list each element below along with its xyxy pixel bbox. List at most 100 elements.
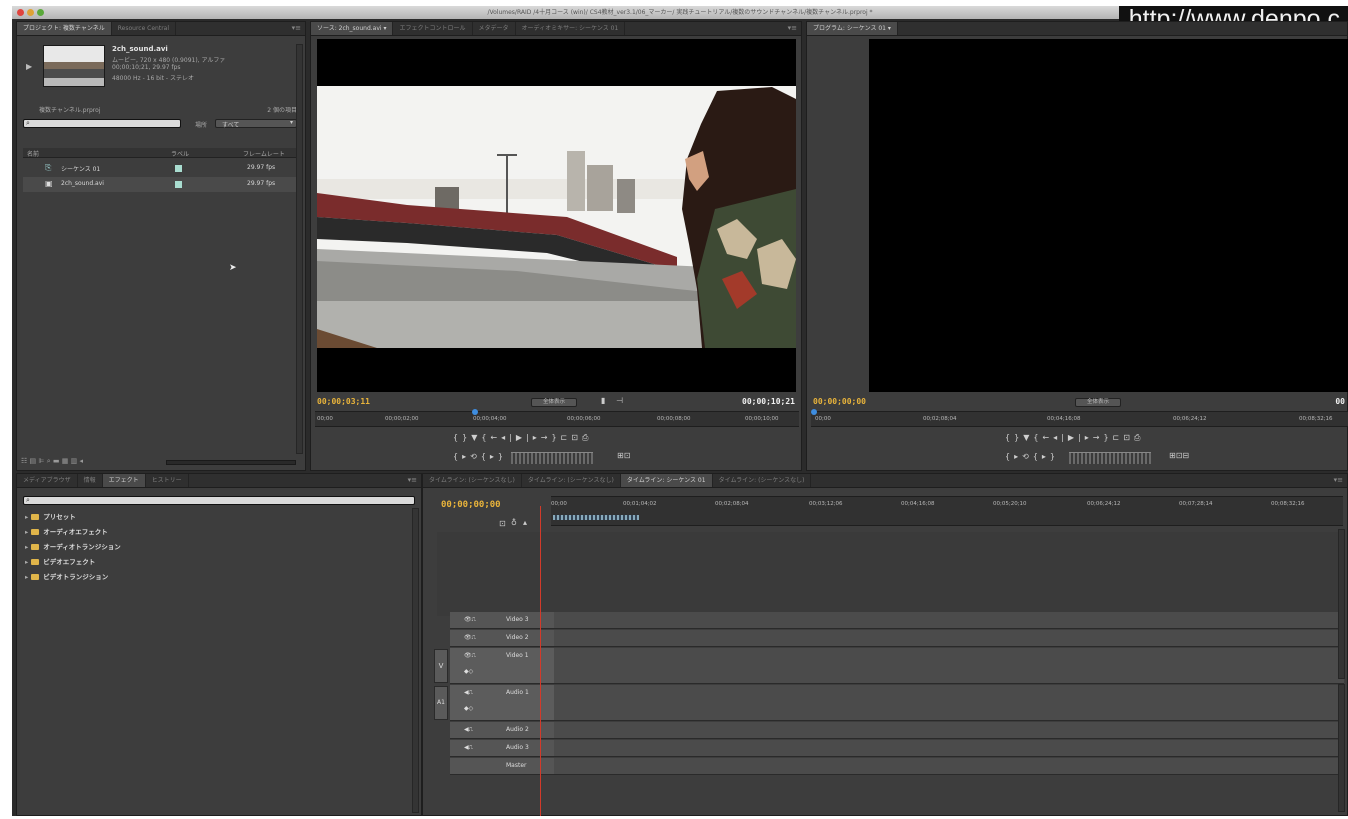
track-header-audio-2[interactable]: ◀︎⎍ Audio 2 <box>450 722 554 739</box>
audio-target-button[interactable]: A1 <box>434 686 448 720</box>
find-icon[interactable]: ⌕ <box>47 457 51 465</box>
effects-scrollbar[interactable] <box>412 508 419 813</box>
project-scrollbar[interactable] <box>296 44 303 454</box>
program-playhead[interactable] <box>811 409 817 415</box>
tab-source[interactable]: ソース: 2ch_sound.avi <box>311 22 394 35</box>
timeline-video-scrollbar[interactable] <box>1338 529 1345 679</box>
trim-icon[interactable]: ⊞⊡⊟ <box>1169 451 1189 460</box>
tab-timeline-sequence[interactable]: タイムライン: シーケンス 01 <box>620 474 713 487</box>
tab-media-browser[interactable]: メディアブラウザ <box>17 474 78 487</box>
source-time-ruler[interactable]: 00;00 00;00;02;00 00;00;04;00 00;00;06;0… <box>315 409 799 427</box>
effects-folder-audio-effects[interactable]: ▸ オーディオエフェクト <box>25 525 108 539</box>
project-search-input[interactable]: ⌕ <box>23 119 181 128</box>
safe-margins-icon[interactable]: ▮ <box>601 396 605 405</box>
icon-view-icon[interactable]: ▤ <box>30 457 37 465</box>
tab-timeline-empty[interactable]: タイムライン: (シーケンスなし) <box>423 474 522 487</box>
export-frame-icon[interactable]: ⎙ <box>1134 433 1144 442</box>
timeline-time-ruler[interactable]: 00;00 00;01;04;02 00;02;08;04 00;03;12;0… <box>551 496 1343 526</box>
export-frame-icon[interactable]: ⎙ <box>582 433 592 442</box>
play-icon[interactable]: ▶ <box>1068 433 1078 442</box>
tab-history[interactable]: ヒストリー <box>146 474 189 487</box>
speaker-icon[interactable]: ◀︎⎍ <box>464 726 473 734</box>
step-back-icon[interactable]: ◂| <box>501 433 516 442</box>
new-item-icon[interactable]: ▦ <box>62 457 69 465</box>
shuttle-icon[interactable]: {▸} <box>1033 452 1059 461</box>
tab-effect-controls[interactable]: エフェクトコントロール <box>393 22 473 35</box>
shuttle-icon[interactable]: {▸} <box>481 452 507 461</box>
track-header-audio-3[interactable]: ◀︎⎍ Audio 3 <box>450 740 554 757</box>
eye-icon[interactable]: 👁︎⎍ <box>464 616 476 624</box>
new-bin-icon[interactable]: ▬ <box>53 457 60 465</box>
column-label[interactable]: ラベル <box>171 149 189 158</box>
go-to-in-icon[interactable]: {← <box>481 433 501 442</box>
tab-program[interactable]: プログラム: シーケンス 01 <box>807 22 898 35</box>
keyframe-icon[interactable]: ◆◇ <box>464 705 473 712</box>
track-video-2[interactable] <box>554 630 1344 647</box>
output-icon[interactable]: ⊣ <box>616 396 623 405</box>
play-thumbnail-icon[interactable]: ▶ <box>26 62 32 71</box>
column-name[interactable]: 名前 <box>27 149 39 158</box>
video-target-button[interactable]: V <box>434 649 448 683</box>
source-playhead[interactable] <box>471 409 478 415</box>
mark-in-icon[interactable]: { <box>453 433 462 442</box>
set-encore-marker-icon[interactable]: ♁ <box>511 518 517 527</box>
track-video-3[interactable] <box>554 612 1344 629</box>
speaker-icon[interactable]: ◀︎⎍ <box>464 689 473 697</box>
timeline-audio-scrollbar[interactable] <box>1338 684 1345 812</box>
panel-menu-icon[interactable]: ▾≡ <box>408 474 417 487</box>
column-framerate[interactable]: フレームレート <box>243 149 285 158</box>
marker-icon[interactable]: ▼ <box>1023 433 1033 442</box>
program-time-ruler[interactable]: 00;00 00;02;08;04 00;04;16;08 00;06;24;1… <box>811 409 1348 427</box>
panel-menu-icon[interactable]: ▾≡ <box>292 22 301 35</box>
timeline-playhead-line[interactable] <box>540 506 541 816</box>
keyframe-icon[interactable]: ◆◇ <box>464 668 473 675</box>
program-current-timecode[interactable]: 00;00;00;00 <box>813 397 866 406</box>
track-header-video-1[interactable]: 👁︎⎍ Video 1 ◆◇ <box>450 648 554 684</box>
step-forward-icon[interactable]: |▸ <box>526 433 541 442</box>
panel-menu-icon[interactable]: ▾≡ <box>788 22 797 35</box>
tab-effects[interactable]: エフェクト <box>102 474 146 487</box>
tab-timeline-empty[interactable]: タイムライン: (シーケンスなし) <box>713 474 812 487</box>
label-swatch[interactable] <box>175 165 182 172</box>
safe-area-icon[interactable]: ⊞⊡ <box>617 451 630 460</box>
tab-resource-central[interactable]: Resource Central <box>112 22 177 35</box>
play-in-to-out-icon[interactable]: {▸ <box>453 452 470 461</box>
jog-slider[interactable] <box>511 452 593 464</box>
program-jog-slider[interactable] <box>1069 452 1151 464</box>
track-audio-3[interactable] <box>554 740 1344 757</box>
mark-in-icon[interactable]: { <box>1005 433 1014 442</box>
play-icon[interactable]: ▶ <box>516 433 526 442</box>
lift-icon[interactable]: ⊏ <box>1113 433 1124 442</box>
marker-icon[interactable]: ▼ <box>471 433 481 442</box>
delete-icon[interactable]: ▥ <box>71 457 78 465</box>
effects-folder-video-effects[interactable]: ▸ ビデオエフェクト <box>25 555 95 569</box>
go-to-out-icon[interactable]: →} <box>541 433 561 442</box>
source-video[interactable] <box>317 39 796 392</box>
loop-icon[interactable]: ⟲ <box>1022 452 1033 461</box>
set-marker-icon[interactable]: ▴ <box>523 518 527 527</box>
insert-icon[interactable]: ⊏ <box>561 433 572 442</box>
list-item[interactable]: ▣ 2ch_sound.avi 29.97 fps <box>23 177 299 192</box>
in-dropdown[interactable]: すべて ▾ <box>215 119 297 129</box>
track-header-audio-1[interactable]: ◀︎⎍ Audio 1 ◆◇ <box>450 685 554 721</box>
track-header-master[interactable]: Master <box>450 758 554 775</box>
panel-menu-icon[interactable]: ▾≡ <box>1334 474 1343 487</box>
effects-folder-video-transitions[interactable]: ▸ ビデオトランジション <box>25 570 108 584</box>
zoom-slider[interactable] <box>166 460 296 465</box>
automate-icon[interactable]: ⊫ <box>38 457 44 465</box>
effects-folder-audio-transitions[interactable]: ▸ オーディオトランジション <box>25 540 121 554</box>
loop-icon[interactable]: ⟲ <box>470 452 481 461</box>
track-audio-2[interactable] <box>554 722 1344 739</box>
track-header-video-2[interactable]: 👁︎⎍ Video 2 <box>450 630 554 647</box>
speaker-icon[interactable]: ◀︎⎍ <box>464 744 473 752</box>
mark-out-icon[interactable]: } <box>462 433 471 442</box>
eye-icon[interactable]: 👁︎⎍ <box>464 652 476 660</box>
go-to-in-icon[interactable]: {← <box>1033 433 1053 442</box>
tab-metadata[interactable]: メタデータ <box>473 22 516 35</box>
track-master[interactable] <box>554 758 1344 775</box>
extract-icon[interactable]: ⊡ <box>1123 433 1134 442</box>
program-zoom-dropdown[interactable]: 全体表示 <box>1075 398 1121 407</box>
list-item[interactable]: ⎘ シーケンス 01 29.97 fps <box>23 161 299 176</box>
label-swatch[interactable] <box>175 181 182 188</box>
list-view-icon[interactable]: ☷ <box>21 457 27 465</box>
